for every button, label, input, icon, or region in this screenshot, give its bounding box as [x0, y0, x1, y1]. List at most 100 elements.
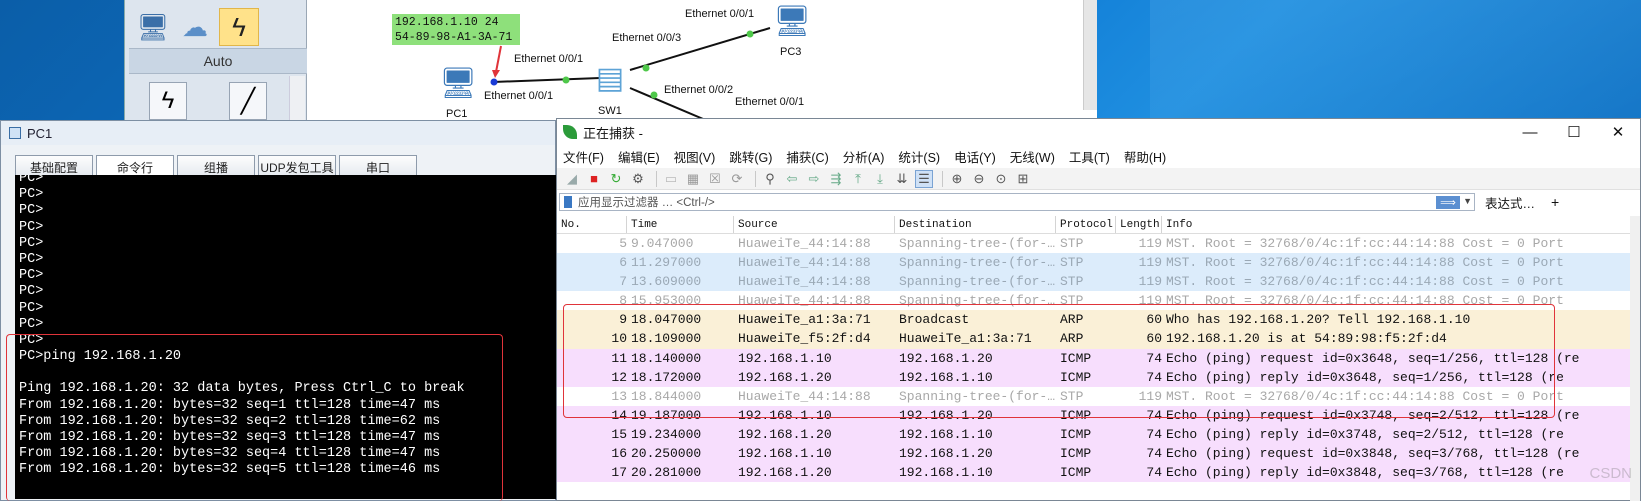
go-forward-icon[interactable]: ⇨ — [805, 170, 823, 188]
packet-cell-info: Echo (ping) request id=0x3848, seq=3/768… — [1166, 446, 1580, 462]
menu-analyze[interactable]: 分析(A) — [843, 147, 885, 166]
packet-cell-len: 119 — [1138, 236, 1162, 251]
find-packet-icon[interactable]: ⚲ — [761, 170, 779, 188]
menu-wireless[interactable]: 无线(W) — [1010, 147, 1055, 166]
pc3-name-label: PC3 — [780, 46, 802, 58]
packet-cell-dst: Spanning-tree-(for-… — [899, 255, 1056, 271]
menu-edit[interactable]: 编辑(E) — [618, 147, 660, 166]
packet-cell-info: Echo (ping) reply id=0x3748, seq=2/512, … — [1166, 426, 1564, 442]
packet-cell-proto: ICMP — [1060, 426, 1092, 442]
menu-statistics[interactable]: 统计(S) — [898, 147, 940, 166]
capture-options-icon[interactable]: ⚙ — [629, 170, 647, 188]
col-length[interactable]: Length — [1116, 216, 1162, 233]
console-line: PC> — [19, 219, 44, 235]
reload-file-icon[interactable]: ⟳ — [728, 170, 746, 188]
packet-row[interactable]: 6 11.297000 HuaweiTe_44:14:88 Spanning-tree… — [557, 253, 1640, 273]
packet-list-header: No. Time Source Destination Protocol Len… — [557, 216, 1640, 234]
zoom-reset-icon[interactable]: ⊙ — [992, 170, 1010, 188]
pc1-port-label: Ethernet 0/0/1 — [484, 90, 554, 102]
pc1-window-title: PC1 — [27, 125, 53, 141]
packet-cell-proto: STP — [1060, 255, 1084, 271]
wireshark-titlebar[interactable]: 正在捕获 - — [557, 119, 1640, 145]
sw1-port1-label: Ethernet 0/0/1 — [514, 53, 584, 65]
menu-file[interactable]: 文件(F) — [563, 147, 604, 166]
close-button[interactable]: ✕ — [1596, 119, 1640, 145]
go-to-packet-icon[interactable]: ⇶ — [827, 170, 845, 188]
console-line: PC> — [19, 187, 44, 203]
packet-cell-no: 5 — [619, 236, 627, 251]
packet-cell-time: 20.281000 — [631, 465, 702, 481]
packet-cell-src: HuaweiTe_44:14:88 — [738, 255, 871, 271]
packet-row[interactable]: 16 20.250000 192.168.1.10 192.168.1.20 ICMP 7… — [557, 444, 1640, 464]
add-filter-button[interactable]: + — [1551, 194, 1559, 210]
bookmark-icon[interactable] — [564, 196, 572, 208]
packet-row[interactable]: 7 13.609000 HuaweiTe_44:14:88 Spanning-tree… — [557, 272, 1640, 292]
col-time[interactable]: Time — [627, 216, 734, 233]
menu-view[interactable]: 视图(V) — [674, 147, 716, 166]
packet-cell-proto: STP — [1060, 236, 1084, 251]
auto-scroll-icon[interactable]: ⇊ — [893, 170, 911, 188]
close-file-icon[interactable]: ☒ — [706, 170, 724, 188]
open-file-icon[interactable]: ▭ — [662, 170, 680, 188]
wireshark-fin-icon — [563, 125, 577, 139]
pc1-device-icon[interactable]: 🖥 — [432, 58, 484, 108]
console-line: PC> — [19, 203, 44, 219]
pc3-port-dot — [746, 30, 754, 38]
col-destination[interactable]: Destination — [895, 216, 1056, 233]
col-info[interactable]: Info — [1162, 216, 1640, 233]
console-line: PC> — [19, 284, 44, 300]
sw1-port2-dot — [650, 91, 658, 99]
packet-cell-info: MST. Root = 32768/0/4c:1f:cc:44:14:88 Co… — [1166, 274, 1564, 290]
go-back-icon[interactable]: ⇦ — [783, 170, 801, 188]
first-packet-icon[interactable]: ⤒ — [849, 170, 867, 188]
stop-capture-icon[interactable]: ■ — [585, 170, 603, 188]
packet-cell-src: HuaweiTe_44:14:88 — [738, 236, 871, 251]
filter-dropdown-icon[interactable]: ▼ — [1463, 196, 1472, 206]
menu-help[interactable]: 帮助(H) — [1124, 147, 1166, 166]
console-line: PC> — [19, 316, 44, 332]
maximize-button[interactable]: ☐ — [1552, 119, 1596, 145]
sw1-switch-icon[interactable]: ▤ — [586, 58, 634, 98]
apply-filter-arrow-icon[interactable]: ⟹ — [1436, 196, 1460, 209]
packet-cell-dst: Spanning-tree-(for-… — [899, 274, 1056, 290]
menu-tools[interactable]: 工具(T) — [1069, 147, 1110, 166]
packet-cell-no: 6 — [619, 255, 627, 271]
packet-row[interactable]: 5 9.047000 HuaweiTe_44:14:88 Spanning-tree-… — [557, 234, 1640, 254]
save-file-icon[interactable]: ▦ — [684, 170, 702, 188]
packet-row[interactable]: 17 20.281000 192.168.1.20 192.168.1.10 ICMP 7… — [557, 463, 1640, 483]
packet-cell-info: MST. Root = 32768/0/4c:1f:cc:44:14:88 Co… — [1166, 255, 1564, 271]
resize-columns-icon[interactable]: ⊞ — [1014, 170, 1032, 188]
packet-list-scrollbar[interactable] — [1630, 216, 1640, 501]
console-line: PC> — [19, 300, 44, 316]
col-protocol[interactable]: Protocol — [1056, 216, 1116, 233]
packet-cell-no: 15 — [611, 426, 627, 442]
packet-cell-time: 9.047000 — [631, 236, 694, 251]
console-line: PC> — [19, 268, 44, 284]
pc3-device-icon[interactable]: 🖥 — [768, 0, 816, 42]
restart-capture-icon[interactable]: ↻ — [607, 170, 625, 188]
col-no[interactable]: No. — [557, 216, 627, 233]
zoom-out-icon[interactable]: ⊖ — [970, 170, 988, 188]
packet-cell-dst: 192.168.1.10 — [899, 426, 993, 442]
filter-placeholder: 应用显示过滤器 … <Ctrl-/> — [578, 197, 715, 209]
packet-cell-len: 74 — [1146, 446, 1162, 462]
sw1-port3-label: Ethernet 0/0/3 — [612, 32, 682, 44]
menu-telephony[interactable]: 电话(Y) — [954, 147, 996, 166]
menu-capture[interactable]: 捕获(C) — [786, 147, 828, 166]
packet-cell-time: 20.250000 — [631, 446, 702, 462]
display-filter-input[interactable]: 应用显示过滤器 … <Ctrl-/> ⟹ ▼ — [559, 193, 1475, 211]
minimize-button[interactable]: — — [1508, 119, 1552, 145]
packet-cell-src: 192.168.1.10 — [738, 446, 832, 462]
last-packet-icon[interactable]: ⤓ — [871, 170, 889, 188]
packet-cell-time: 11.297000 — [631, 255, 702, 271]
start-capture-icon[interactable]: ◢ — [563, 170, 581, 188]
pc1-titlebar[interactable]: PC1 — [1, 121, 555, 145]
packet-row[interactable]: 15 19.234000 192.168.1.20 192.168.1.10 ICMP 7… — [557, 424, 1640, 445]
expression-button[interactable]: 表达式… — [1485, 193, 1535, 212]
packet-cell-no: 7 — [619, 274, 627, 290]
colorize-icon[interactable]: ☰ — [915, 169, 933, 188]
packet-cell-len: 119 — [1138, 255, 1162, 271]
zoom-in-icon[interactable]: ⊕ — [948, 170, 966, 188]
col-source[interactable]: Source — [734, 216, 895, 233]
menu-go[interactable]: 跳转(G) — [729, 147, 772, 166]
